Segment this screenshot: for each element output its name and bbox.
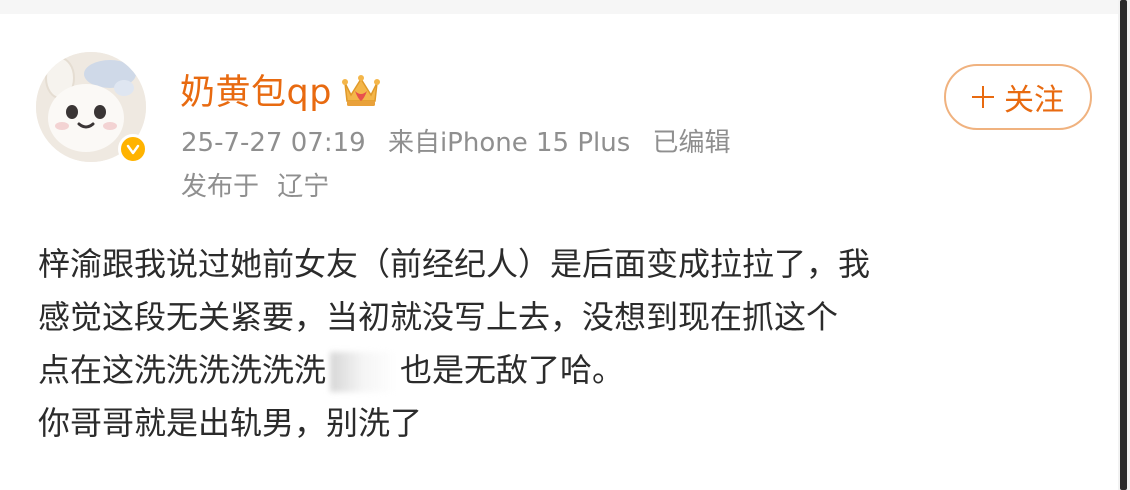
follow-button[interactable]: 关注 (944, 64, 1092, 130)
crown-icon[interactable] (340, 69, 382, 109)
edited-label[interactable]: 已编辑 (653, 128, 731, 158)
post-date[interactable]: 25-7-27 07:19 (181, 128, 366, 158)
content-text: 点在这洗洗洗洗洗洗 (38, 351, 327, 389)
post-content: 梓渝跟我说过她前女友（前经纪人）是后面变成拉拉了，我 感觉这段无关紧要，当初就没… (38, 238, 1088, 450)
username-row: 奶黄包qp (180, 64, 382, 114)
verified-badge-icon (118, 134, 148, 164)
content-line: 你哥哥就是出轨男，别洗了 (38, 404, 423, 442)
content-line: 梓渝跟我说过她前女友（前经纪人）是后面变成拉拉了，我 (38, 245, 871, 283)
follow-label: 关注 (1004, 83, 1064, 118)
scrollbar-track[interactable] (1118, 0, 1130, 490)
content-line: 感觉这段无关紧要，当初就没写上去，没想到现在抓这个 (38, 298, 839, 336)
plus-icon (972, 86, 994, 108)
blurred-text (330, 352, 397, 392)
post-source: 来自iPhone 15 Plus (387, 128, 631, 158)
avatar[interactable] (36, 52, 148, 164)
scrollbar-thumb[interactable] (1120, 0, 1127, 490)
content-text: 也是无敌了哈。 (400, 351, 625, 389)
content-line: 点在这洗洗洗洗洗洗 也是无敌了哈。 (38, 344, 1088, 397)
username[interactable]: 奶黄包qp (180, 64, 332, 115)
location-place: 辽宁 (277, 172, 330, 202)
location-label: 发布于 (181, 172, 260, 202)
top-divider (0, 0, 1118, 14)
post-meta: 25-7-27 07:19 来自iPhone 15 Plus 已编辑 (181, 122, 745, 159)
post-location: 发布于 辽宁 (181, 166, 329, 203)
